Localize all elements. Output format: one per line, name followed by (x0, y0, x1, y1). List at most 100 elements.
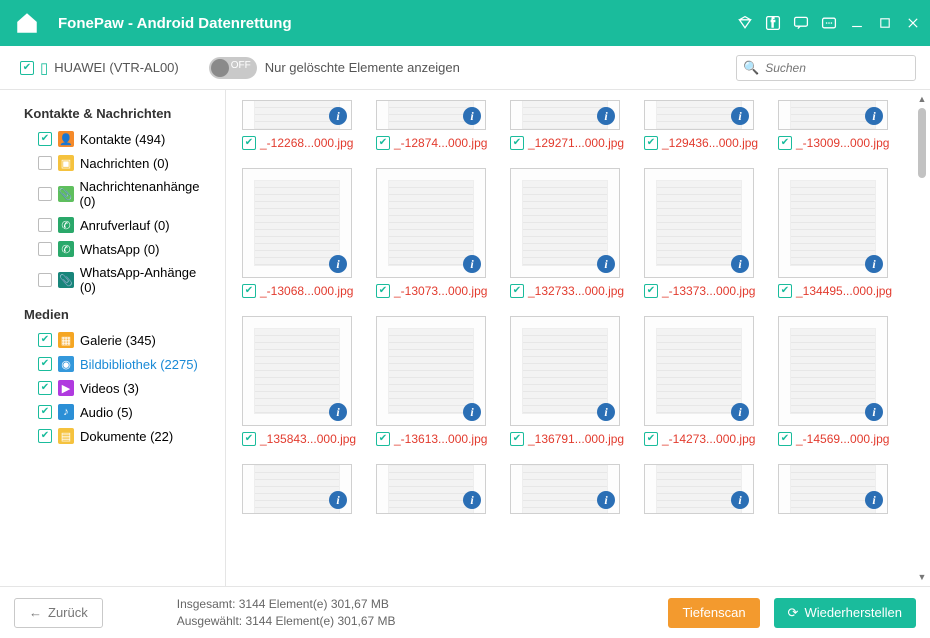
thumbnail[interactable]: i (644, 168, 754, 278)
scroll-thumb[interactable] (918, 108, 926, 178)
file-checkbox[interactable] (510, 284, 524, 298)
thumbnail-cell[interactable]: i_129271...000.jpg (510, 100, 620, 150)
sidebar-checkbox[interactable] (38, 242, 52, 256)
file-checkbox[interactable] (376, 136, 390, 150)
deleted-only-toggle[interactable]: OFF Nur gelöschte Elemente anzeigen (209, 57, 460, 79)
thumbnail-cell[interactable]: i (778, 464, 888, 514)
info-icon[interactable]: i (463, 403, 481, 421)
home-icon[interactable] (14, 10, 40, 36)
sidebar-checkbox[interactable] (38, 273, 52, 287)
thumbnail-cell[interactable]: i_135843...000.jpg (242, 316, 352, 446)
sidebar-checkbox[interactable] (38, 156, 52, 170)
toggle-pill[interactable]: OFF (209, 57, 257, 79)
thumbnail[interactable]: i (644, 100, 754, 130)
sidebar-item[interactable]: ◉Bildbibliothek (2275) (10, 352, 219, 376)
deepscan-button[interactable]: Tiefenscan (668, 598, 759, 628)
info-icon[interactable]: i (865, 491, 883, 509)
thumbnail-cell[interactable]: i_-12268...000.jpg (242, 100, 352, 150)
thumbnail-cell[interactable]: i_134495...000.jpg (778, 168, 888, 298)
back-button[interactable]: ← Zurück (14, 598, 103, 628)
info-icon[interactable]: i (463, 491, 481, 509)
thumbnail-cell[interactable]: i_-12874...000.jpg (376, 100, 486, 150)
info-icon[interactable]: i (597, 491, 615, 509)
thumbnail-cell[interactable]: i_-14273...000.jpg (644, 316, 754, 446)
info-icon[interactable]: i (731, 403, 749, 421)
thumbnail-cell[interactable]: i_-13613...000.jpg (376, 316, 486, 446)
info-icon[interactable]: i (329, 403, 347, 421)
info-icon[interactable]: i (329, 491, 347, 509)
info-icon[interactable]: i (865, 107, 883, 125)
thumbnail-cell[interactable]: i_-13073...000.jpg (376, 168, 486, 298)
info-icon[interactable]: i (597, 403, 615, 421)
info-icon[interactable]: i (597, 255, 615, 273)
device-checkbox[interactable] (20, 61, 34, 75)
thumbnail[interactable]: i (778, 316, 888, 426)
recover-button[interactable]: ⟳ Wiederherstellen (774, 598, 916, 628)
sidebar-checkbox[interactable] (38, 357, 52, 371)
more-icon[interactable] (820, 14, 838, 32)
thumbnail[interactable]: i (644, 316, 754, 426)
thumbnail[interactable]: i (510, 464, 620, 514)
thumbnail[interactable]: i (644, 464, 754, 514)
thumbnail-cell[interactable]: i_-13009...000.jpg (778, 100, 888, 150)
feedback-icon[interactable] (792, 14, 810, 32)
thumbnail-cell[interactable]: i (242, 464, 352, 514)
file-checkbox[interactable] (778, 432, 792, 446)
file-checkbox[interactable] (242, 284, 256, 298)
thumbnail-cell[interactable]: i_-13068...000.jpg (242, 168, 352, 298)
thumbnail[interactable]: i (376, 464, 486, 514)
thumbnail-cell[interactable]: i_-14569...000.jpg (778, 316, 888, 446)
sidebar-item[interactable]: 📎Nachrichtenanhänge (0) (10, 175, 219, 213)
thumbnail-cell[interactable]: i_132733...000.jpg (510, 168, 620, 298)
device-select[interactable]: ▯ HUAWEI (VTR-AL00) (20, 59, 179, 77)
facebook-icon[interactable] (764, 14, 782, 32)
thumbnail[interactable]: i (242, 316, 352, 426)
file-checkbox[interactable] (242, 136, 256, 150)
info-icon[interactable]: i (463, 255, 481, 273)
info-icon[interactable]: i (329, 255, 347, 273)
file-checkbox[interactable] (510, 432, 524, 446)
file-checkbox[interactable] (242, 432, 256, 446)
scroll-down-icon[interactable]: ▼ (916, 570, 928, 584)
search-input[interactable] (765, 61, 909, 75)
thumbnail[interactable]: i (376, 100, 486, 130)
thumbnail[interactable]: i (510, 316, 620, 426)
thumbnail[interactable]: i (778, 168, 888, 278)
sidebar-checkbox[interactable] (38, 132, 52, 146)
sidebar-checkbox[interactable] (38, 429, 52, 443)
info-icon[interactable]: i (597, 107, 615, 125)
file-checkbox[interactable] (510, 136, 524, 150)
sidebar-item[interactable]: ✆WhatsApp (0) (10, 237, 219, 261)
thumbnail[interactable]: i (242, 464, 352, 514)
sidebar-checkbox[interactable] (38, 187, 52, 201)
thumbnail[interactable]: i (778, 100, 888, 130)
search-box[interactable]: 🔍 (736, 55, 916, 81)
sidebar-checkbox[interactable] (38, 405, 52, 419)
sidebar-item[interactable]: ✆Anrufverlauf (0) (10, 213, 219, 237)
thumbnail-cell[interactable]: i (510, 464, 620, 514)
thumbnail[interactable]: i (242, 100, 352, 130)
thumbnail-cell[interactable]: i (376, 464, 486, 514)
thumbnail[interactable]: i (510, 100, 620, 130)
file-checkbox[interactable] (376, 284, 390, 298)
thumbnail[interactable]: i (376, 168, 486, 278)
file-checkbox[interactable] (644, 284, 658, 298)
sidebar-item[interactable]: 📎WhatsApp-Anhänge (0) (10, 261, 219, 299)
maximize-icon[interactable] (876, 14, 894, 32)
diamond-icon[interactable] (736, 14, 754, 32)
thumbnail[interactable]: i (778, 464, 888, 514)
sidebar-item[interactable]: ♪Audio (5) (10, 400, 219, 424)
sidebar-item[interactable]: ▶Videos (3) (10, 376, 219, 400)
thumbnail-cell[interactable]: i (644, 464, 754, 514)
sidebar-item[interactable]: ▣Nachrichten (0) (10, 151, 219, 175)
sidebar-item[interactable]: ▤Dokumente (22) (10, 424, 219, 448)
info-icon[interactable]: i (865, 403, 883, 421)
info-icon[interactable]: i (463, 107, 481, 125)
thumbnail[interactable]: i (510, 168, 620, 278)
thumbnail-cell[interactable]: i_-13373...000.jpg (644, 168, 754, 298)
thumbnail-cell[interactable]: i_129436...000.jpg (644, 100, 754, 150)
close-icon[interactable] (904, 14, 922, 32)
sidebar-checkbox[interactable] (38, 333, 52, 347)
file-checkbox[interactable] (644, 136, 658, 150)
file-checkbox[interactable] (376, 432, 390, 446)
